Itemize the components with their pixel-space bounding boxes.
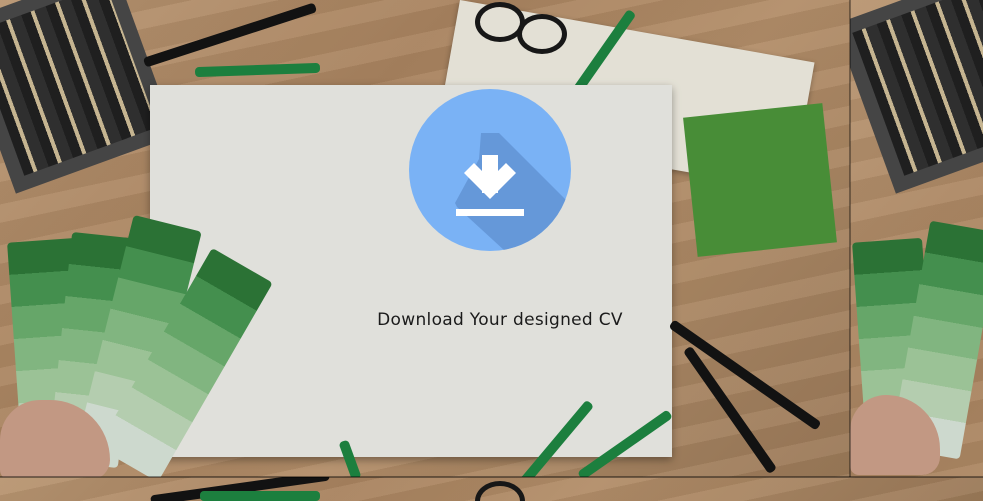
tile-seam [0, 476, 983, 478]
screen: Download Your designed CV [0, 0, 983, 501]
download-caption: Download Your designed CV [377, 310, 623, 330]
tile-seam [849, 0, 851, 477]
download-icon [455, 133, 571, 251]
download-button[interactable] [409, 89, 571, 251]
